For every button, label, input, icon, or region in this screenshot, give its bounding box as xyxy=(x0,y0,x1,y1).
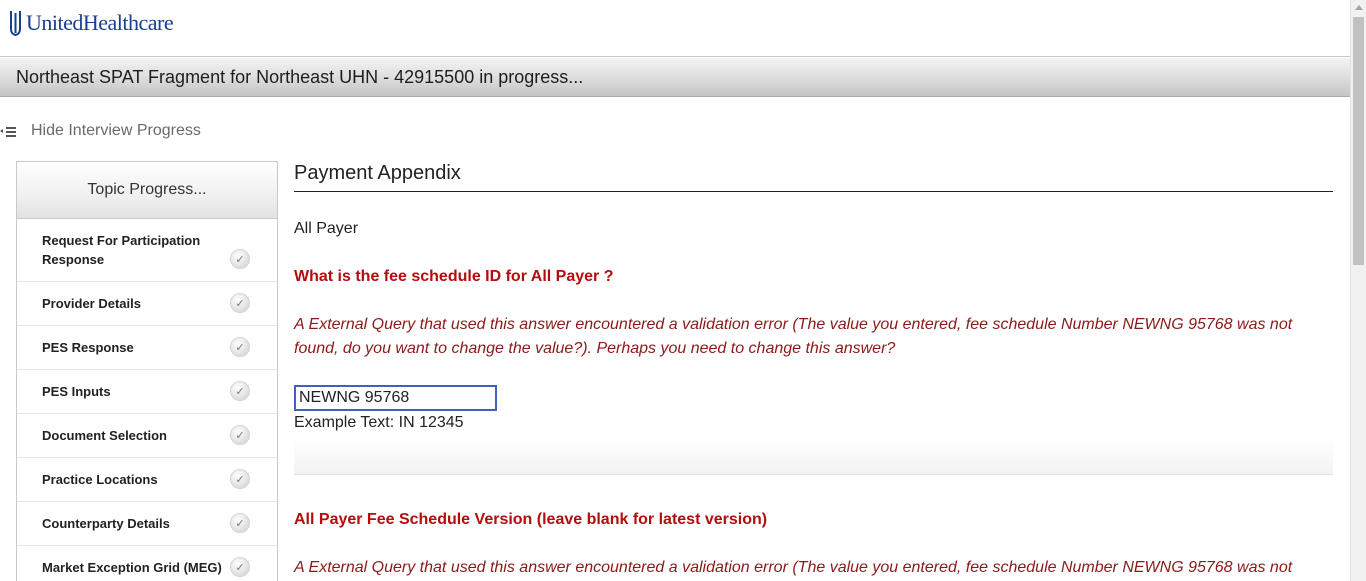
topic-label: PES Response xyxy=(42,340,134,355)
interview-title: Northeast SPAT Fragment for Northeast UH… xyxy=(16,67,584,87)
check-icon: ✓ xyxy=(230,249,250,269)
check-icon: ✓ xyxy=(230,425,250,445)
scrollbar-thumb[interactable] xyxy=(1353,17,1364,265)
topic-label: Request For Participation Response xyxy=(42,233,201,267)
question-divider xyxy=(294,437,1333,475)
check-icon: ✓ xyxy=(230,381,250,401)
fee-schedule-id-input[interactable] xyxy=(294,385,497,411)
scroll-up-icon[interactable] xyxy=(1355,5,1363,10)
topic-item[interactable]: PES Response ✓ xyxy=(17,326,277,370)
hide-interview-progress-label: Hide Interview Progress xyxy=(31,122,201,139)
interview-content: Payment Appendix All Payer What is the f… xyxy=(294,161,1333,576)
validation-error-message: A External Query that used this answer e… xyxy=(294,559,1293,576)
validation-error-message: A External Query that used this answer e… xyxy=(294,316,1293,357)
shield-logo-icon xyxy=(10,11,21,36)
topic-label: PES Inputs xyxy=(42,384,111,399)
app-header: UnitedHealthcare xyxy=(0,0,1350,57)
question-fee-schedule-id: What is the fee schedule ID for All Paye… xyxy=(294,268,614,285)
topic-item[interactable]: Practice Locations ✓ xyxy=(17,458,277,502)
logo-text: UnitedHealthcare xyxy=(26,10,174,35)
topic-label: Counterparty Details xyxy=(42,516,170,531)
topic-label: Practice Locations xyxy=(42,472,158,487)
check-icon: ✓ xyxy=(230,469,250,489)
topic-progress-heading: Topic Progress... xyxy=(17,162,277,219)
question-fee-schedule-version: All Payer Fee Schedule Version (leave bl… xyxy=(294,511,768,528)
section-title: Payment Appendix xyxy=(294,161,1333,192)
hide-interview-progress-toggle[interactable]: Hide Interview Progress xyxy=(0,122,201,140)
check-icon: ✓ xyxy=(230,557,250,577)
check-icon: ✓ xyxy=(230,293,250,313)
check-icon: ✓ xyxy=(230,337,250,357)
interview-title-bar: Northeast SPAT Fragment for Northeast UH… xyxy=(0,58,1350,97)
group-label: All Payer xyxy=(294,220,359,237)
check-icon: ✓ xyxy=(230,513,250,533)
topic-item[interactable]: Market Exception Grid (MEG) ✓ xyxy=(17,546,277,581)
topic-item[interactable]: PES Inputs ✓ xyxy=(17,370,277,414)
collapse-menu-icon xyxy=(0,124,18,138)
topic-progress-panel: Topic Progress... Request For Participat… xyxy=(16,161,278,581)
example-text: Example Text: IN 12345 xyxy=(294,414,464,431)
topic-label: Provider Details xyxy=(42,296,141,311)
topic-item[interactable]: Counterparty Details ✓ xyxy=(17,502,277,546)
topic-item[interactable]: Document Selection ✓ xyxy=(17,414,277,458)
topic-label: Document Selection xyxy=(42,428,167,443)
topic-item[interactable]: Request For Participation Response ✓ xyxy=(17,219,277,282)
topic-label: Market Exception Grid (MEG) xyxy=(42,560,222,575)
vertical-scrollbar[interactable] xyxy=(1350,0,1366,581)
topic-item[interactable]: Provider Details ✓ xyxy=(17,282,277,326)
unitedhealthcare-logo[interactable]: UnitedHealthcare xyxy=(9,10,174,36)
